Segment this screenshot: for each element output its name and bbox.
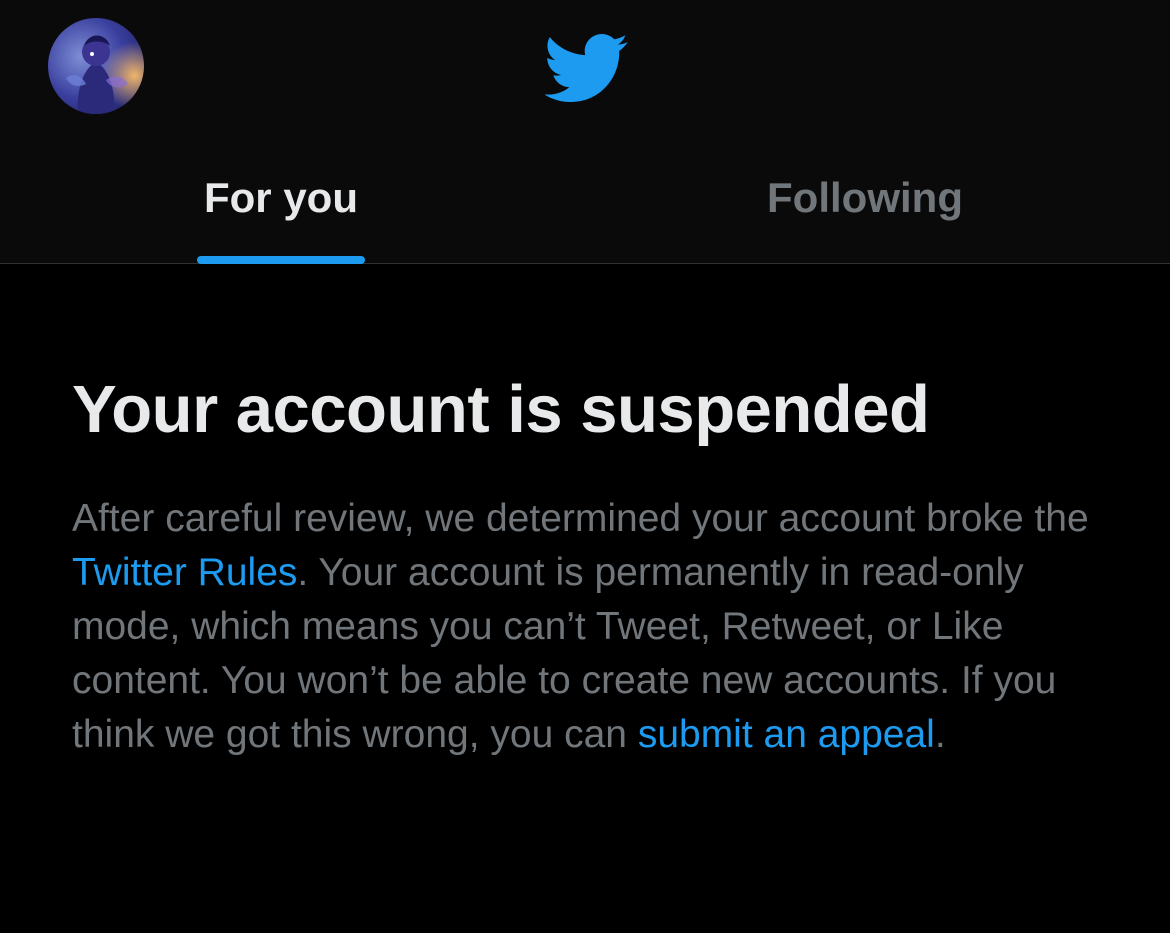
twitter-logo-svg bbox=[544, 34, 628, 103]
suspended-account-screen: For you Following Your account is suspen… bbox=[0, 0, 1170, 933]
tab-following-label: Following bbox=[767, 174, 963, 221]
profile-avatar[interactable] bbox=[48, 18, 144, 114]
notice-title: Your account is suspended bbox=[72, 372, 930, 447]
notice-body-text-1: After careful review, we determined your… bbox=[72, 497, 1089, 540]
notice-body: After careful review, we determined your… bbox=[72, 492, 1132, 762]
top-header: For you Following bbox=[0, 0, 1170, 264]
tab-for-you-label: For you bbox=[204, 174, 358, 221]
active-tab-indicator bbox=[197, 256, 365, 264]
notice-body-text-3: . bbox=[934, 713, 946, 756]
tab-following[interactable]: Following bbox=[740, 168, 990, 264]
twitter-bird-icon[interactable] bbox=[544, 34, 629, 103]
submit-appeal-link[interactable]: submit an appeal bbox=[638, 713, 935, 756]
tab-for-you[interactable]: For you bbox=[196, 168, 366, 264]
twitter-rules-link[interactable]: Twitter Rules bbox=[72, 551, 297, 594]
avatar-image bbox=[48, 18, 144, 114]
suspension-notice: Your account is suspended After careful … bbox=[72, 370, 1132, 762]
